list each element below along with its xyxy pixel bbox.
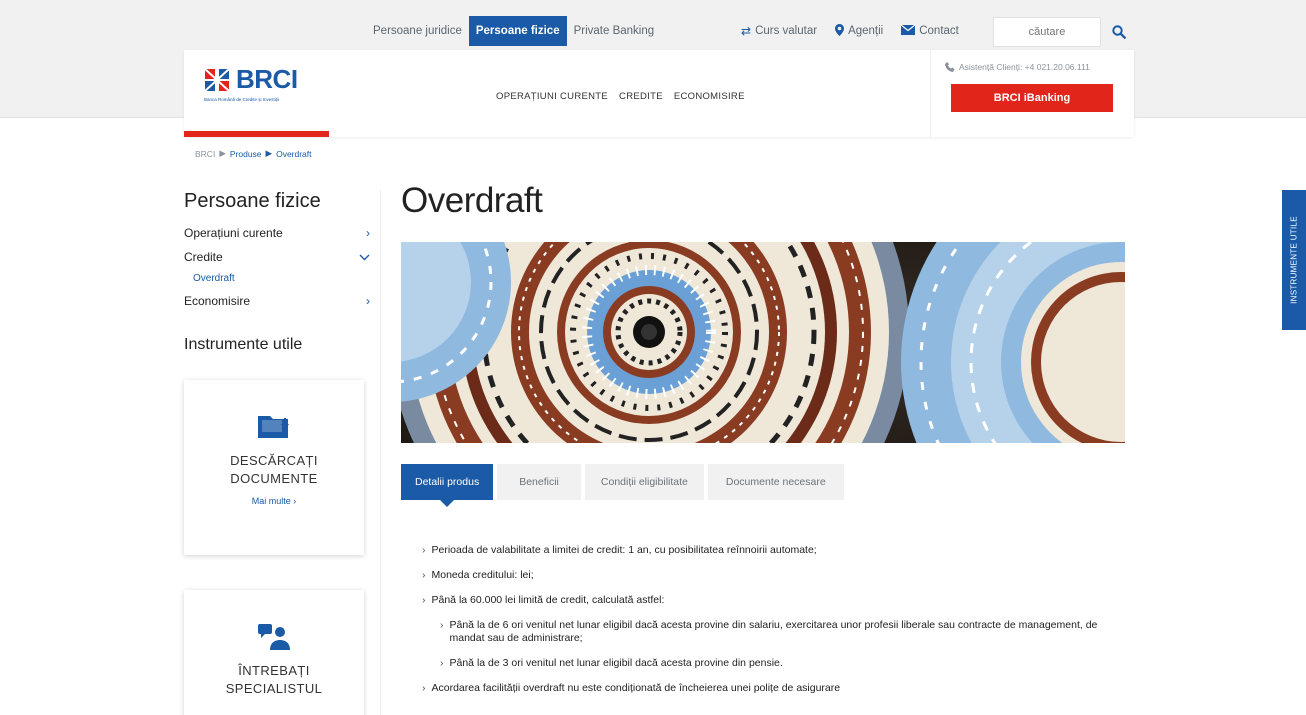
sidebar-item-label: Operațiuni curente xyxy=(184,226,283,240)
agentii-label: Agenții xyxy=(848,25,884,37)
chevron-bullet-icon: › xyxy=(422,569,426,581)
tools-side-tab[interactable]: INSTRUMENTE UTILE xyxy=(1282,190,1306,330)
chevron-bullet-icon: › xyxy=(422,682,426,694)
list-item: › Moneda creditului: lei; xyxy=(422,569,1122,582)
mail-icon xyxy=(900,24,916,38)
hero-image xyxy=(401,242,1125,443)
sidebar-title: Persoane fizice xyxy=(184,190,321,212)
sidebar-item-credite[interactable]: Credite xyxy=(184,245,380,269)
tab-beneficii[interactable]: Beneficii xyxy=(497,464,581,500)
breadcrumb-brci[interactable]: BRCI xyxy=(195,149,215,159)
chevron-right-icon: › xyxy=(366,294,370,308)
product-tabs: Detalii produs Beneficii Condiții eligib… xyxy=(401,464,848,507)
agentii-link[interactable]: Agenții xyxy=(835,23,884,39)
utility-links: ⇄ Curs valutar Agenții Contact xyxy=(741,17,977,45)
chevron-down-icon xyxy=(359,250,370,264)
header: BRCI Banca Română de Credite și Investiț… xyxy=(184,50,1134,137)
breadcrumb-arrow-icon: ▶ xyxy=(265,148,273,158)
sidebar-item-label: Credite xyxy=(184,250,223,264)
tools-title: Instrumente utile xyxy=(184,336,303,353)
column-divider xyxy=(380,190,381,715)
curs-valutar-label: Curs valutar xyxy=(755,25,818,37)
sidebar-subitem-overdraft[interactable]: Overdraft xyxy=(184,269,380,289)
ceramic-plates-image xyxy=(401,242,1125,443)
breadcrumb-produse[interactable]: Produse xyxy=(230,149,262,159)
card-label-line2: DOCUMENTE xyxy=(230,471,318,486)
logo-mark-icon xyxy=(204,67,230,92)
breadcrumb: BRCI ▶ Produse ▶ Overdraft xyxy=(195,148,316,159)
location-pin-icon xyxy=(835,23,845,39)
chevron-bullet-icon: › xyxy=(440,657,444,669)
breadcrumb-arrow-icon: ▶ xyxy=(219,148,226,158)
card-label-line1: ÎNTREBAȚI xyxy=(238,663,310,678)
logo-text: BRCI xyxy=(236,64,298,94)
list-item-text: Acordarea facilității overdraft nu este … xyxy=(431,682,841,694)
sidebar-item-operatiuni[interactable]: Operațiuni curente › xyxy=(184,221,380,245)
brci-logo[interactable]: BRCI Banca Română de Credite și Investiț… xyxy=(204,64,298,102)
search-button[interactable] xyxy=(1104,17,1134,47)
assist-text: Asistență Clienți: +4 021.20.06.111 xyxy=(959,62,1090,72)
download-folder-icon xyxy=(254,410,294,444)
chevron-bullet-icon: › xyxy=(440,619,444,631)
list-subitem: › Până la de 6 ori venitul net lunar eli… xyxy=(422,619,1122,645)
assist-line: Asistență Clienți: +4 021.20.06.111 xyxy=(945,62,1090,72)
list-item-text: Până la de 3 ori venitul net lunar eligi… xyxy=(449,657,783,669)
chevron-bullet-icon: › xyxy=(422,594,426,606)
list-item: › Acordarea facilității overdraft nu est… xyxy=(422,682,1122,695)
ibanking-button[interactable]: BRCI iBanking xyxy=(951,84,1113,112)
tab-documente-necesare[interactable]: Documente necesare xyxy=(707,464,844,500)
phone-icon xyxy=(945,62,955,72)
list-item: › Până la 60.000 lei limită de credit, c… xyxy=(422,594,1122,607)
card-label-line1: DESCĂRCAȚI xyxy=(230,453,318,468)
logo-underline xyxy=(184,131,329,137)
side-tab-label: INSTRUMENTE UTILE xyxy=(1289,216,1299,304)
sidebar-menu: Operațiuni curente › Credite Overdraft E… xyxy=(184,221,380,313)
list-item-text: Până la 60.000 lei limită de credit, cal… xyxy=(431,594,665,606)
tab-persoane-juridice[interactable]: Persoane juridice xyxy=(366,17,469,45)
search-input[interactable] xyxy=(993,17,1101,47)
sidebar: Persoane fizice Operațiuni curente › Cre… xyxy=(184,190,380,715)
list-item-text: Perioada de valabilitate a limitei de cr… xyxy=(431,544,817,556)
tab-detalii-produs[interactable]: Detalii produs xyxy=(401,464,494,507)
card-label-line2: SPECIALISTUL xyxy=(225,681,323,696)
chevron-right-icon: › xyxy=(366,226,370,240)
contact-label: Contact xyxy=(919,25,959,37)
header-right: Asistență Clienți: +4 021.20.06.111 BRCI… xyxy=(930,50,1134,137)
exchange-icon: ⇄ xyxy=(741,24,752,38)
tab-persoane-fizice[interactable]: Persoane fizice xyxy=(468,16,567,46)
breadcrumb-overdraft[interactable]: Overdraft xyxy=(276,149,311,159)
segment-tabs: Persoane juridice Persoane fizice Privat… xyxy=(366,16,662,46)
chevron-bullet-icon: › xyxy=(422,544,426,556)
nav-economisire[interactable]: ECONOMISIRE xyxy=(674,91,745,102)
tab-conditii-eligibilitate[interactable]: Condiții eligibilitate xyxy=(584,464,704,500)
list-subitem: › Până la de 3 ori venitul net lunar eli… xyxy=(422,657,1122,670)
search-icon xyxy=(1112,25,1126,39)
chat-person-icon xyxy=(254,620,294,654)
sidebar-item-economisire[interactable]: Economisire › xyxy=(184,289,380,313)
list-item: › Perioada de valabilitate a limitei de … xyxy=(422,544,1122,557)
logo-subtitle: Banca Română de Credite și Investiții xyxy=(204,97,280,102)
list-item-text: Moneda creditului: lei; xyxy=(431,569,534,581)
download-documents-card[interactable]: DESCĂRCAȚI DOCUMENTE Mai multe › xyxy=(184,380,364,555)
main-nav: OPERAȚIUNI CURENTE CREDITE ECONOMISIRE xyxy=(496,91,756,102)
page-title: Overdraft xyxy=(401,181,543,220)
ask-specialist-card[interactable]: ÎNTREBAȚI SPECIALISTUL xyxy=(184,590,364,715)
nav-credite[interactable]: CREDITE xyxy=(619,91,663,102)
nav-operatiuni-curente[interactable]: OPERAȚIUNI CURENTE xyxy=(496,91,608,102)
tab-private-banking[interactable]: Private Banking xyxy=(567,17,662,45)
more-link[interactable]: Mai multe › xyxy=(184,496,364,506)
product-details: › Perioada de valabilitate a limitei de … xyxy=(422,544,1122,707)
curs-valutar-link[interactable]: ⇄ Curs valutar xyxy=(741,24,817,38)
sidebar-item-label: Economisire xyxy=(184,294,251,308)
contact-link[interactable]: Contact xyxy=(900,24,959,38)
list-item-text: Până la de 6 ori venitul net lunar eligi… xyxy=(449,619,1098,644)
